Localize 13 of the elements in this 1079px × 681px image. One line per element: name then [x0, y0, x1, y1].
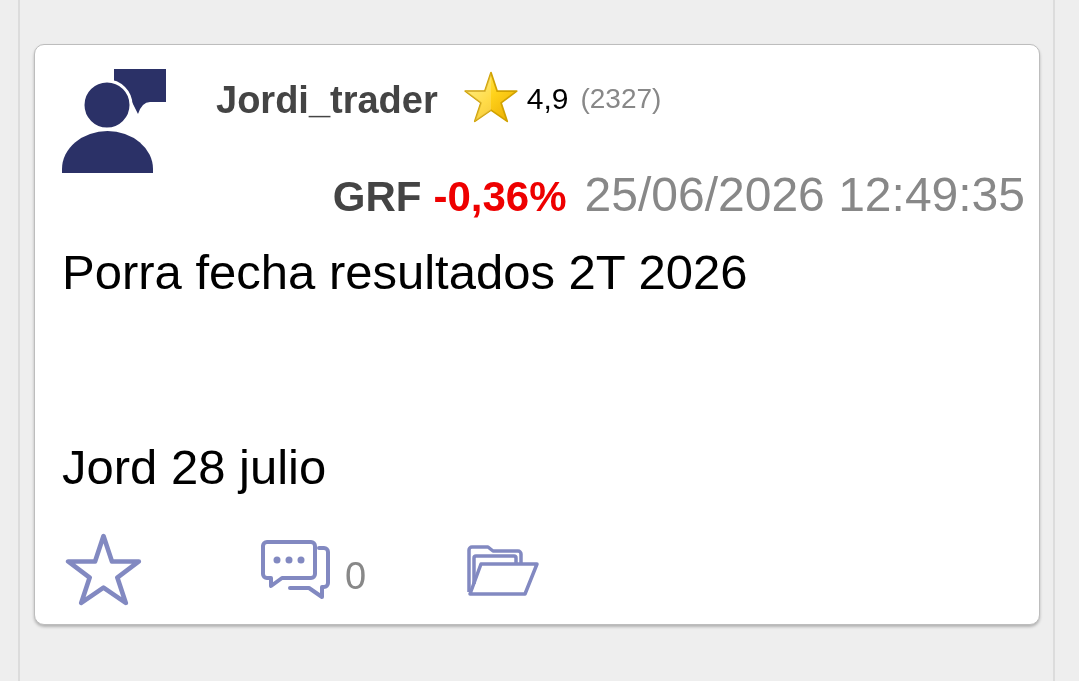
chat-bubbles-icon: [260, 538, 332, 601]
username[interactable]: Jordi_trader: [216, 78, 438, 124]
star-icon: [462, 70, 519, 124]
post-timestamp: 25/06/2026 12:49:35: [584, 170, 1025, 220]
post-text: Porra fecha resultados 2T 2026 Jord 28 julio: [62, 244, 749, 496]
folder-icon[interactable]: [466, 542, 540, 597]
rating-value: 4,9: [526, 81, 569, 117]
price-change: -0,36%: [433, 172, 567, 222]
user-avatar-icon: [62, 69, 166, 173]
ticker-symbol[interactable]: GRF: [332, 172, 422, 222]
star-icon[interactable]: [64, 533, 143, 606]
rating-count: (2327): [580, 82, 662, 116]
comments-button[interactable]: 0: [260, 538, 367, 601]
